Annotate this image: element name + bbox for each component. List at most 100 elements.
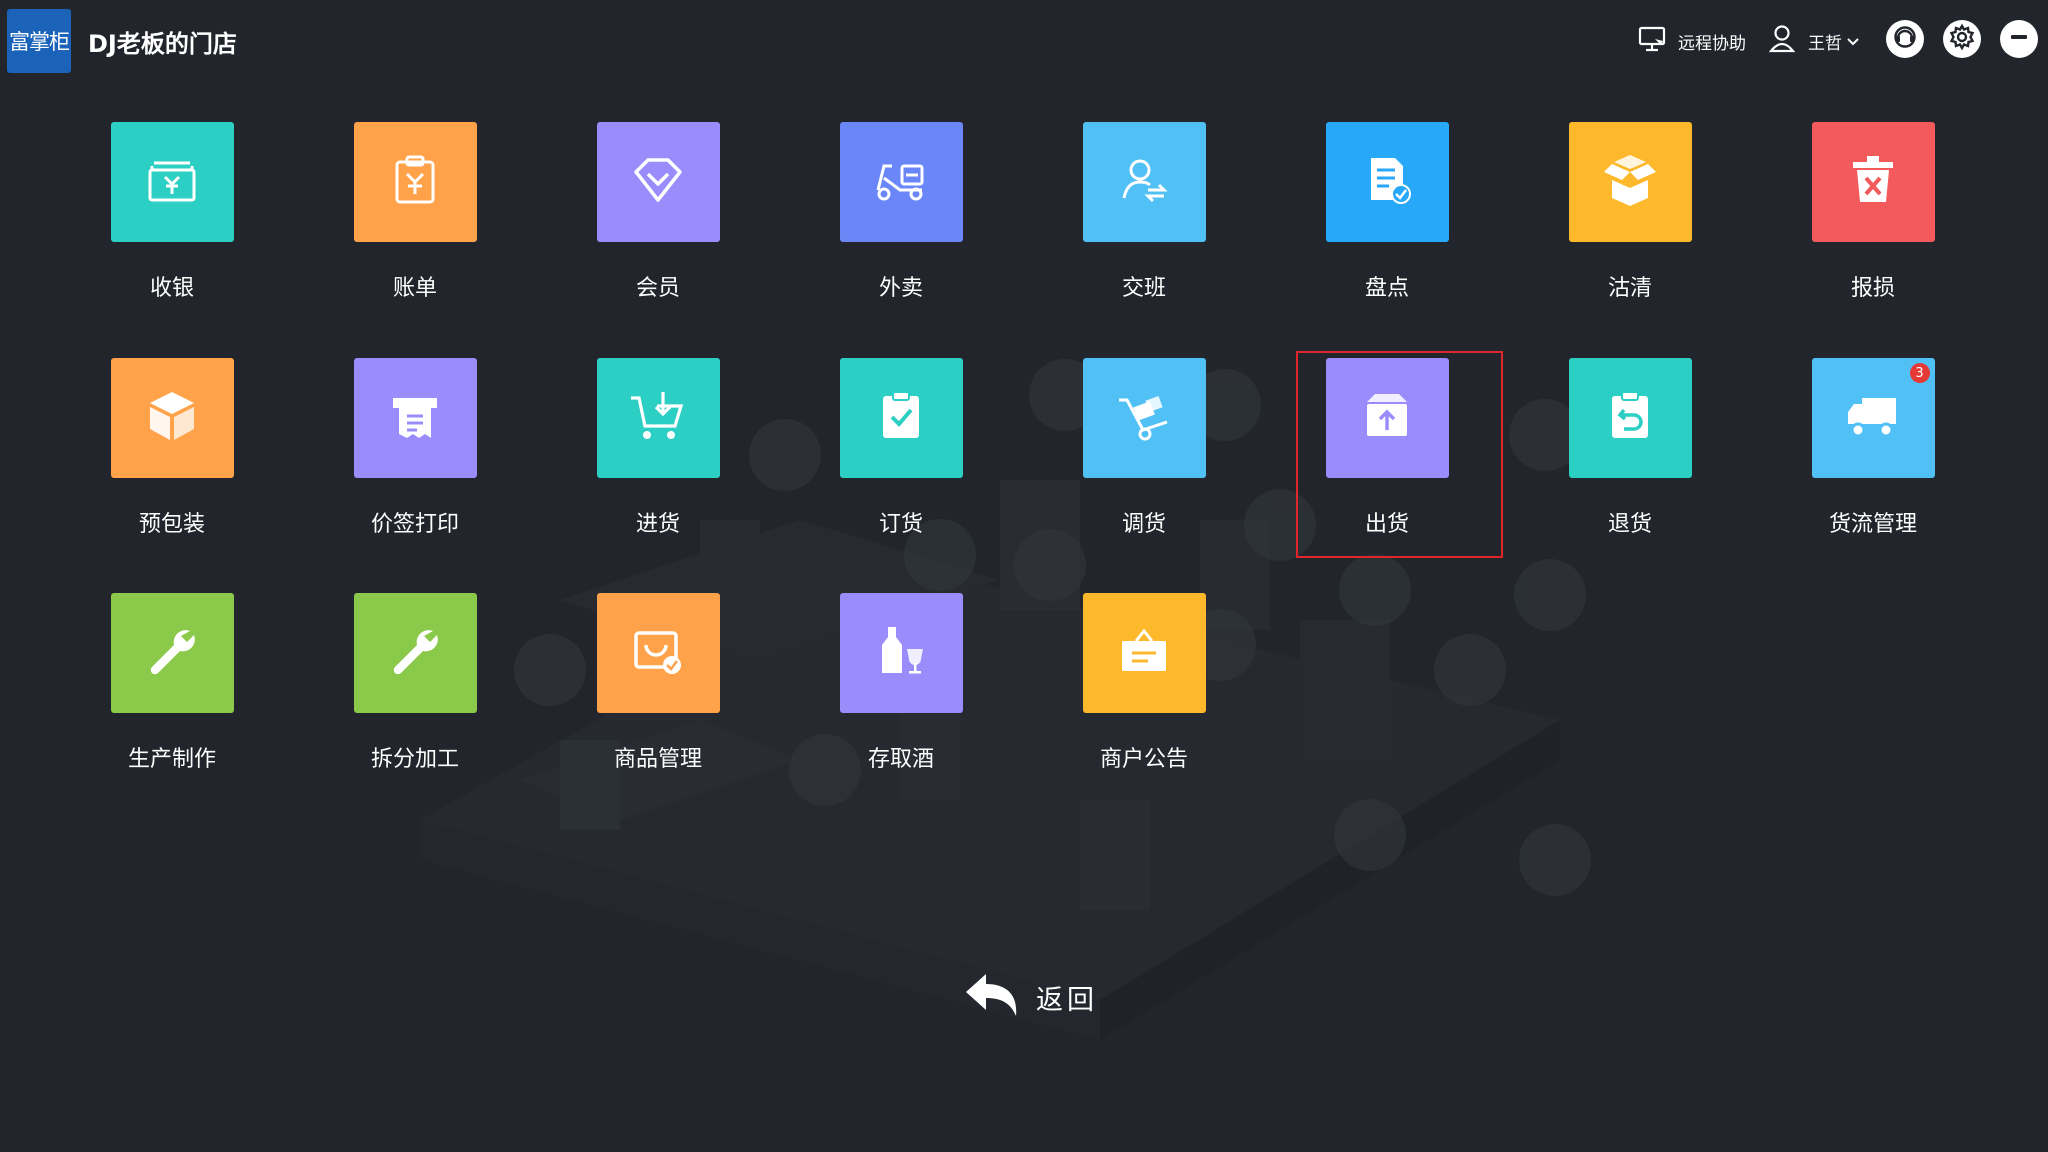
tile-prepack-box	[110, 358, 234, 478]
tile-label: 盘点	[1364, 276, 1409, 301]
tile-damage[interactable]: 报损	[1793, 122, 1953, 302]
tile-notice-box	[1082, 593, 1206, 713]
user-icon	[1768, 24, 1796, 58]
tile-order[interactable]: 订货	[821, 358, 981, 538]
support-button[interactable]	[1886, 20, 1924, 58]
tile-label: 沽清	[1607, 276, 1652, 301]
gear-icon	[1948, 23, 1976, 55]
tile-production[interactable]: 生产制作	[92, 593, 252, 773]
tile-ship[interactable]: 出货	[1307, 358, 1467, 538]
tile-bill[interactable]: 账单	[335, 122, 495, 302]
tile-transfer-box	[1082, 358, 1206, 478]
tile-ship-box	[1325, 358, 1449, 478]
tile-label: 商品管理	[613, 747, 702, 772]
settings-button[interactable]	[1943, 20, 1981, 58]
tile-logistics-box: 3	[1811, 358, 1935, 478]
hand-truck-icon	[1113, 386, 1175, 450]
tile-label: 调货	[1121, 512, 1166, 537]
store-name: DJ老板的门店	[88, 30, 237, 58]
tile-clear-box	[1568, 122, 1692, 242]
tile-notice[interactable]: 商户公告	[1064, 593, 1224, 773]
tile-products[interactable]: 商品管理	[578, 593, 738, 773]
tile-prepack[interactable]: 预包装	[92, 358, 252, 538]
tile-transfer[interactable]: 调货	[1064, 358, 1224, 538]
tile-damage-box	[1811, 122, 1935, 242]
support-icon	[1892, 24, 1918, 54]
diamond-icon	[628, 150, 688, 214]
package-icon	[142, 386, 202, 450]
wrench-icon	[385, 621, 445, 685]
wine-bottle-icon	[871, 621, 931, 685]
clipboard-yen-icon	[385, 150, 445, 214]
tile-processing-box	[353, 593, 477, 713]
tile-member-box	[596, 122, 720, 242]
tile-label: 报损	[1850, 276, 1895, 301]
notification-badge: 3	[1909, 363, 1930, 383]
monitor-icon	[1638, 25, 1668, 57]
tile-purchase-box	[596, 358, 720, 478]
tile-stocktake[interactable]: 盘点	[1307, 122, 1467, 302]
tile-label: 生产制作	[127, 747, 216, 772]
tile-label: 账单	[392, 276, 437, 301]
box-upload-icon	[1357, 386, 1417, 450]
tile-label: 拆分加工	[370, 747, 459, 772]
tile-cashier-box	[110, 122, 234, 242]
back-label: 返回	[1036, 984, 1098, 1016]
tile-wine-box	[839, 593, 963, 713]
tile-return[interactable]: 退货	[1550, 358, 1710, 538]
app-header: 富掌柜 DJ老板的门店 远程协助 王哲	[0, 0, 2048, 82]
tile-price-label[interactable]: 价签打印	[335, 358, 495, 538]
cart-in-icon	[627, 386, 689, 450]
cash-box-icon	[142, 150, 202, 214]
product-manage-icon	[628, 621, 688, 685]
tile-label: 商户公告	[1099, 747, 1188, 772]
user-name: 王哲	[1808, 33, 1842, 54]
document-check-icon	[1357, 150, 1417, 214]
clipboard-return-icon	[1600, 386, 1660, 450]
tile-cashier[interactable]: 收银	[92, 122, 252, 302]
clipboard-check-icon	[871, 386, 931, 450]
tile-return-box	[1568, 358, 1692, 478]
user-swap-icon	[1114, 150, 1174, 214]
tile-processing[interactable]: 拆分加工	[335, 593, 495, 773]
tile-shift-box	[1082, 122, 1206, 242]
tile-member[interactable]: 会员	[578, 122, 738, 302]
tile-clear[interactable]: 沽清	[1550, 122, 1710, 302]
tile-products-box	[596, 593, 720, 713]
back-button[interactable]: 返回	[962, 972, 1098, 1022]
tile-label: 交班	[1121, 276, 1166, 301]
tile-label: 货流管理	[1828, 512, 1917, 537]
scooter-icon	[870, 150, 932, 214]
chevron-down-icon	[1846, 32, 1860, 51]
tile-price-label-box	[353, 358, 477, 478]
tile-shift[interactable]: 交班	[1064, 122, 1224, 302]
tile-label: 出货	[1364, 512, 1409, 537]
tile-purchase[interactable]: 进货	[578, 358, 738, 538]
tile-logistics[interactable]: 3 货流管理	[1793, 358, 1953, 538]
tile-label: 存取酒	[867, 747, 934, 772]
wrench-icon	[142, 621, 202, 685]
open-box-icon	[1600, 150, 1660, 214]
remote-assist-button[interactable]: 远程协助	[1638, 22, 1746, 60]
tile-label: 价签打印	[370, 512, 459, 537]
tile-takeout-box	[839, 122, 963, 242]
remote-assist-label: 远程协助	[1678, 33, 1746, 54]
trash-x-icon	[1843, 150, 1903, 214]
tile-label: 外卖	[878, 276, 923, 301]
tile-order-box	[839, 358, 963, 478]
tile-bill-box	[353, 122, 477, 242]
tile-label: 退货	[1607, 512, 1652, 537]
minimize-button[interactable]	[2000, 20, 2038, 58]
minimize-icon	[2008, 26, 2030, 52]
notice-board-icon	[1114, 621, 1174, 685]
tile-wine[interactable]: 存取酒	[821, 593, 981, 773]
back-arrow-icon	[962, 970, 1020, 1024]
user-menu[interactable]: 王哲	[1768, 22, 1860, 60]
tile-label: 订货	[878, 512, 923, 537]
tile-production-box	[110, 593, 234, 713]
tile-takeout[interactable]: 外卖	[821, 122, 981, 302]
truck-icon	[1842, 386, 1904, 450]
tile-label: 会员	[635, 276, 680, 301]
brand-logo: 富掌柜	[7, 9, 71, 73]
tile-label: 预包装	[138, 512, 205, 537]
